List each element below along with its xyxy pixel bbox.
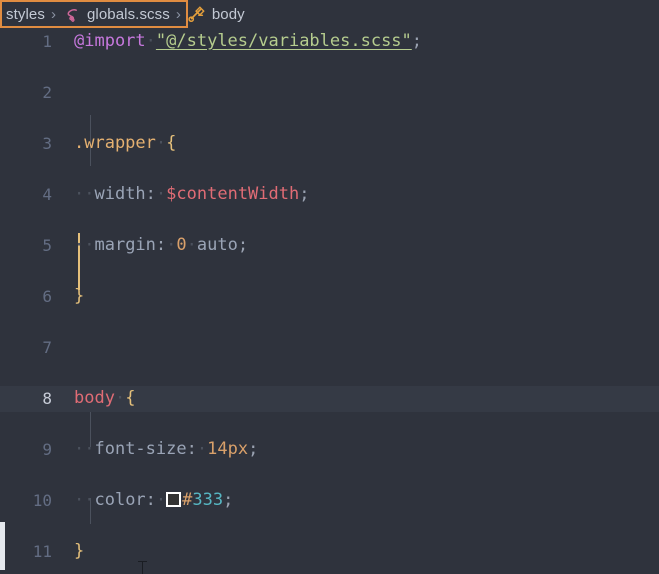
editor-line[interactable]: 2 bbox=[0, 80, 659, 106]
token-brace-close: } bbox=[74, 541, 85, 561]
token-colon: : bbox=[155, 235, 167, 255]
token-property-color: color bbox=[94, 490, 146, 510]
token-property-margin: margin bbox=[94, 235, 156, 255]
editor-line[interactable]: 7 bbox=[0, 335, 659, 361]
whitespace-dot: · bbox=[186, 235, 197, 255]
editor-line[interactable]: 3 .wrapper·{ bbox=[0, 131, 659, 157]
token-brace-open: { bbox=[125, 388, 136, 408]
breadcrumb-label-styles: styles bbox=[6, 6, 45, 23]
token-brace-close: } bbox=[74, 286, 85, 306]
line-content: ··margin:·0·auto; bbox=[74, 233, 248, 259]
whitespace-dots: ·· bbox=[74, 439, 95, 459]
line-number: 7 bbox=[42, 338, 52, 357]
symbol-class-icon bbox=[187, 5, 207, 25]
token-selector-body: body bbox=[74, 388, 115, 408]
editor-line[interactable]: 5 ··margin:·0·auto; bbox=[0, 233, 659, 259]
token-variable-contentwidth: $contentWidth bbox=[166, 184, 300, 204]
whitespace-dots: ·· bbox=[74, 184, 95, 204]
token-class-selector: .wrapper bbox=[74, 133, 156, 153]
whitespace-dot: · bbox=[166, 235, 177, 255]
token-hex-value: 333 bbox=[192, 490, 224, 510]
line-number-active: 8 bbox=[42, 389, 52, 408]
token-brace-open: { bbox=[166, 133, 177, 153]
token-value-zero: 0 bbox=[176, 235, 187, 255]
token-colon: : bbox=[145, 184, 156, 204]
editor-line-active[interactable]: 8 body·{ bbox=[0, 386, 659, 412]
line-number: 6 bbox=[42, 287, 52, 306]
whitespace-dots: ·· bbox=[74, 235, 95, 255]
token-semicolon: ; bbox=[223, 490, 234, 510]
line-content: } bbox=[74, 539, 84, 565]
token-hash: # bbox=[182, 490, 193, 510]
line-content: @import·"@/styles/variables.scss"; bbox=[74, 29, 422, 55]
line-number: 9 bbox=[42, 440, 52, 459]
token-semicolon: ; bbox=[299, 184, 310, 204]
color-decorator-swatch[interactable] bbox=[166, 491, 182, 507]
token-semicolon: ; bbox=[237, 235, 249, 255]
whitespace-dot: · bbox=[155, 184, 167, 204]
line-content: .wrapper·{ bbox=[74, 131, 176, 157]
editor-scrollbar-left[interactable] bbox=[0, 522, 5, 570]
sass-file-icon bbox=[62, 5, 82, 25]
token-property-width: width bbox=[94, 184, 146, 204]
whitespace-dots: ·· bbox=[74, 490, 95, 510]
breadcrumb-label-body: body bbox=[211, 6, 245, 23]
editor-line[interactable]: 10 ··color:· #333; bbox=[0, 488, 659, 514]
breadcrumb-item-globals-scss[interactable]: globals.scss bbox=[61, 0, 171, 29]
whitespace-dot: · bbox=[196, 439, 208, 459]
line-number: 2 bbox=[42, 83, 52, 102]
whitespace-dot: · bbox=[155, 133, 167, 153]
whitespace-dot: · bbox=[145, 31, 156, 51]
breadcrumb-label-globals-scss: globals.scss bbox=[86, 6, 170, 23]
editor-line[interactable]: 4 ··width:·$contentWidth; bbox=[0, 182, 659, 208]
token-property-font-size: font-size bbox=[94, 439, 187, 459]
breadcrumb-item-body[interactable]: body bbox=[186, 0, 246, 29]
breadcrumb-item-styles[interactable]: styles bbox=[0, 0, 46, 29]
token-at-rule: @import bbox=[74, 31, 146, 51]
line-number: 10 bbox=[32, 491, 52, 510]
editor-line[interactable]: 1 @import·"@/styles/variables.scss"; bbox=[0, 29, 659, 55]
line-content: ··width:·$contentWidth; bbox=[74, 182, 309, 208]
token-value-auto: auto bbox=[196, 235, 238, 255]
code-editor[interactable]: 1 @import·"@/styles/variables.scss"; 2 3… bbox=[0, 29, 659, 574]
line-number: 1 bbox=[42, 32, 52, 51]
line-number: 5 bbox=[42, 236, 52, 255]
breadcrumb: styles › globals.scss › body bbox=[0, 0, 659, 29]
token-semicolon: ; bbox=[248, 439, 259, 459]
token-colon: : bbox=[145, 490, 156, 510]
editor-line[interactable]: 9 ··font-size:·14px; bbox=[0, 437, 659, 463]
token-colon: : bbox=[186, 439, 197, 459]
line-content: body·{ bbox=[74, 386, 135, 412]
editor-line[interactable]: 6 } bbox=[0, 284, 659, 310]
line-content: ··color:· #333; bbox=[74, 488, 233, 514]
token-value-14px: 14px bbox=[207, 439, 249, 459]
line-number: 3 bbox=[42, 134, 52, 153]
vscode-editor-window: styles › globals.scss › body 1 @import·"… bbox=[0, 0, 659, 574]
breadcrumb-separator: › bbox=[50, 6, 56, 23]
whitespace-dot: · bbox=[155, 490, 167, 510]
token-import-string: "@/styles/variables.scss" bbox=[155, 31, 412, 51]
line-content: } bbox=[74, 284, 84, 310]
editor-line[interactable]: 11 } bbox=[0, 539, 659, 565]
line-number: 11 bbox=[32, 542, 52, 561]
line-number: 4 bbox=[42, 185, 52, 204]
breadcrumb-separator-2: › bbox=[175, 6, 181, 23]
line-content: ··font-size:·14px; bbox=[74, 437, 258, 463]
token-semicolon: ; bbox=[411, 31, 423, 51]
whitespace-dot: · bbox=[114, 388, 126, 408]
